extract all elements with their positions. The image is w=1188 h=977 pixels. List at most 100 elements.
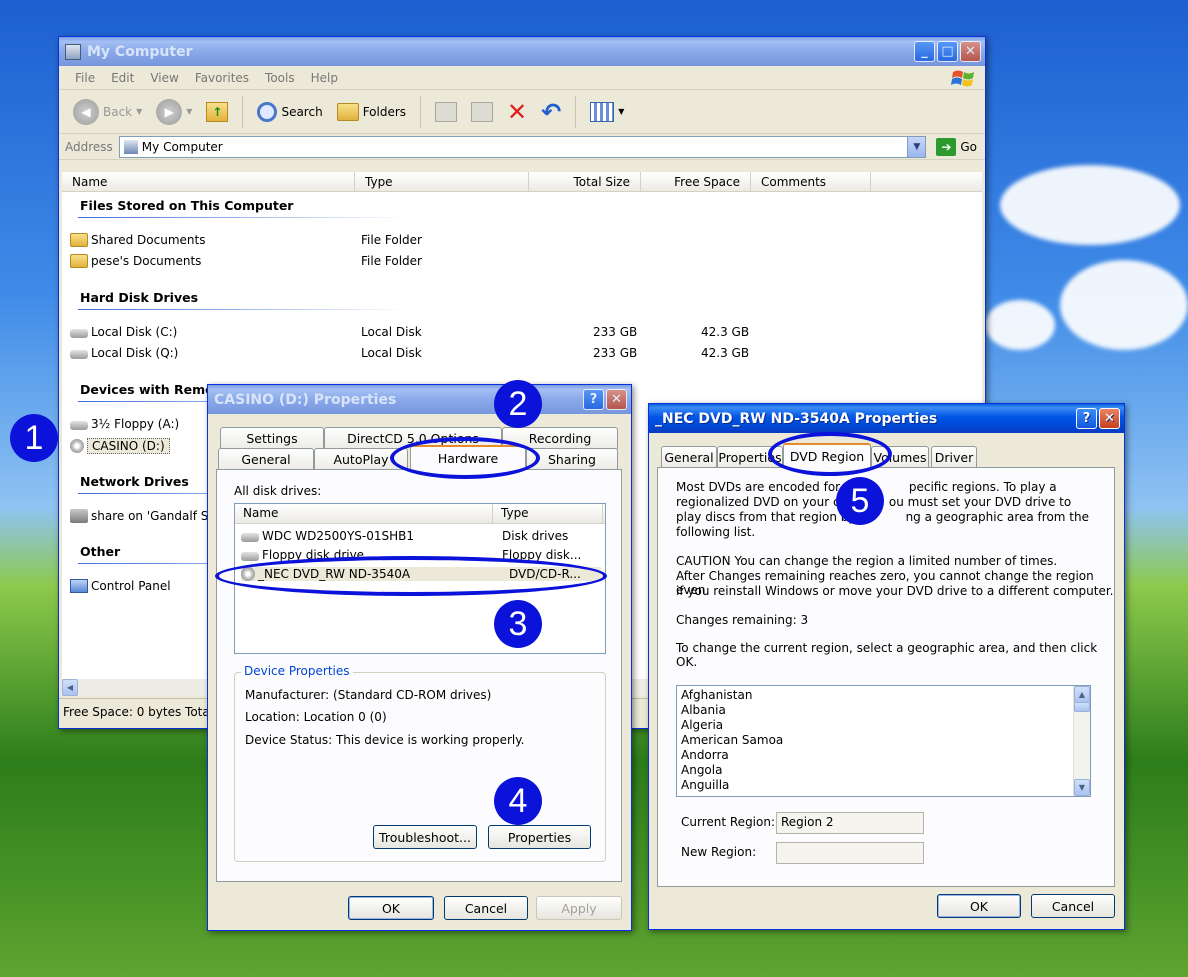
apply-button[interactable]: Apply: [536, 896, 622, 920]
dialog-title: CASINO (D:) Properties: [214, 391, 397, 408]
menu-tools[interactable]: Tools: [257, 71, 303, 85]
tab-settings[interactable]: Settings: [220, 427, 324, 449]
scroll-thumb[interactable]: [1074, 702, 1090, 712]
drive-name: WDC WD2500YS-01SHB1: [262, 529, 414, 543]
nec-dvd-properties-dialog: _NEC DVD_RW ND-3540A Properties ? ✕ Gene…: [648, 403, 1125, 930]
maximize-button[interactable]: □: [937, 41, 958, 62]
list-item[interactable]: Shared Documents: [70, 233, 205, 247]
menu-help[interactable]: Help: [303, 71, 346, 85]
region-country-list[interactable]: Afghanistan Albania Algeria American Sam…: [676, 685, 1091, 797]
chevron-down-icon: ▼: [618, 107, 625, 116]
scroll-left-button[interactable]: ◀: [62, 679, 78, 696]
minimize-button[interactable]: _: [914, 41, 935, 62]
tab-general[interactable]: General: [218, 448, 314, 470]
column-comments[interactable]: Comments: [751, 172, 871, 191]
close-button[interactable]: ✕: [960, 41, 981, 62]
nec-dialog-titlebar[interactable]: _NEC DVD_RW ND-3540A Properties ? ✕: [649, 404, 1124, 433]
list-item[interactable]: American Samoa: [681, 733, 783, 747]
close-button[interactable]: ✕: [1099, 408, 1120, 429]
list-item[interactable]: Albania: [681, 703, 726, 717]
close-button[interactable]: ✕: [606, 389, 627, 410]
list-item[interactable]: Andorra: [681, 748, 729, 762]
column-type[interactable]: Type: [355, 172, 529, 191]
menu-edit[interactable]: Edit: [103, 71, 142, 85]
tab-dvd-region[interactable]: DVD Region: [783, 443, 871, 468]
column-type[interactable]: Type: [493, 504, 603, 523]
hard-disk-icon: [70, 350, 88, 359]
search-button[interactable]: Search: [253, 99, 326, 125]
delete-button[interactable]: ✕: [503, 99, 531, 125]
tab-volumes[interactable]: Volumes: [871, 446, 929, 468]
list-item[interactable]: share on 'Gandalf Ser: [70, 509, 221, 523]
new-region-field: [776, 842, 924, 864]
list-item[interactable]: 3½ Floppy (A:): [70, 417, 179, 431]
list-item[interactable]: Local Disk (Q:): [70, 346, 178, 360]
scroll-down-button[interactable]: ▼: [1074, 779, 1090, 796]
list-item[interactable]: WDC WD2500YS-01SHB1 Disk drives: [241, 529, 568, 543]
item-free-space: 42.3 GB: [701, 346, 750, 360]
item-free-space: 42.3 GB: [701, 325, 750, 339]
cancel-button[interactable]: Cancel: [444, 896, 528, 920]
group-files-stored: Files Stored on This Computer: [77, 198, 409, 218]
current-region-label: Current Region:: [681, 815, 776, 829]
disk-drives-list[interactable]: Name Type WDC WD2500YS-01SHB1 Disk drive…: [234, 503, 606, 654]
column-name[interactable]: Name: [235, 504, 493, 523]
menu-file[interactable]: File: [67, 71, 103, 85]
move-to-button[interactable]: [431, 99, 461, 125]
menu-favorites[interactable]: Favorites: [187, 71, 257, 85]
folders-label: Folders: [362, 104, 407, 119]
help-button[interactable]: ?: [583, 389, 604, 410]
item-name: CASINO (D:): [87, 438, 170, 454]
list-item-selected[interactable]: _NEC DVD_RW ND-3540A DVD/CD-R...: [241, 567, 601, 581]
help-button[interactable]: ?: [1076, 408, 1097, 429]
hardware-tab-panel: All disk drives: Name Type WDC WD2500YS-…: [216, 469, 622, 882]
folders-button[interactable]: Folders: [333, 100, 410, 124]
undo-button[interactable]: ↶: [537, 99, 565, 125]
tab-hardware[interactable]: Hardware: [410, 445, 526, 470]
list-item[interactable]: Floppy disk drive Floppy disk...: [241, 548, 581, 562]
up-folder-button[interactable]: ↑: [202, 99, 232, 125]
computer-icon: [123, 139, 138, 154]
forward-button[interactable]: ▶ ▼: [152, 96, 196, 128]
tab-sharing[interactable]: Sharing: [526, 448, 618, 470]
annotation-badge-5: 5: [836, 477, 884, 525]
list-header: Name Type: [235, 504, 605, 524]
my-computer-titlebar[interactable]: My Computer _ □ ✕: [59, 37, 985, 66]
list-item[interactable]: Algeria: [681, 718, 723, 732]
address-input[interactable]: My Computer ▼: [118, 135, 927, 158]
tab-general[interactable]: General: [661, 446, 717, 468]
changes-remaining-label: Changes remaining: 3: [676, 613, 809, 627]
troubleshoot-button[interactable]: Troubleshoot...: [373, 825, 477, 849]
menu-view[interactable]: View: [142, 71, 186, 85]
list-item-casino[interactable]: CASINO (D:): [70, 438, 170, 454]
list-item[interactable]: Afghanistan: [681, 688, 752, 702]
tab-properties[interactable]: Properties: [717, 446, 783, 468]
list-item[interactable]: Control Panel: [70, 579, 171, 593]
address-dropdown-button[interactable]: ▼: [907, 136, 926, 157]
properties-button[interactable]: Properties: [488, 825, 591, 849]
back-button[interactable]: ◀ Back ▼: [69, 96, 146, 128]
item-name: 3½ Floppy (A:): [91, 417, 180, 431]
vertical-scrollbar[interactable]: ▲ ▼: [1073, 686, 1090, 796]
copy-to-button[interactable]: [467, 99, 497, 125]
list-item[interactable]: Angola: [681, 763, 722, 777]
caution-line: if you reinstall Windows or move your DV…: [676, 584, 1114, 598]
scroll-up-button[interactable]: ▲: [1074, 686, 1090, 703]
list-item[interactable]: Anguilla: [681, 778, 729, 792]
window-title: My Computer: [87, 43, 193, 60]
tab-autoplay[interactable]: AutoPlay: [314, 448, 408, 470]
column-free-space[interactable]: Free Space: [641, 172, 751, 191]
ok-button[interactable]: OK: [348, 896, 434, 920]
item-type: Local Disk: [361, 346, 422, 360]
network-drive-icon: [70, 509, 88, 523]
casino-dialog-titlebar[interactable]: CASINO (D:) Properties ? ✕: [208, 385, 631, 414]
views-button[interactable]: ▼: [586, 99, 628, 125]
list-item[interactable]: pese's Documents: [70, 254, 201, 268]
column-total-size[interactable]: Total Size: [529, 172, 641, 191]
list-item[interactable]: Local Disk (C:): [70, 325, 177, 339]
column-name[interactable]: Name: [62, 172, 355, 191]
go-button[interactable]: ➔ Go: [936, 137, 977, 156]
ok-button[interactable]: OK: [937, 894, 1021, 918]
tab-driver[interactable]: Driver: [931, 446, 977, 468]
cancel-button[interactable]: Cancel: [1031, 894, 1115, 918]
